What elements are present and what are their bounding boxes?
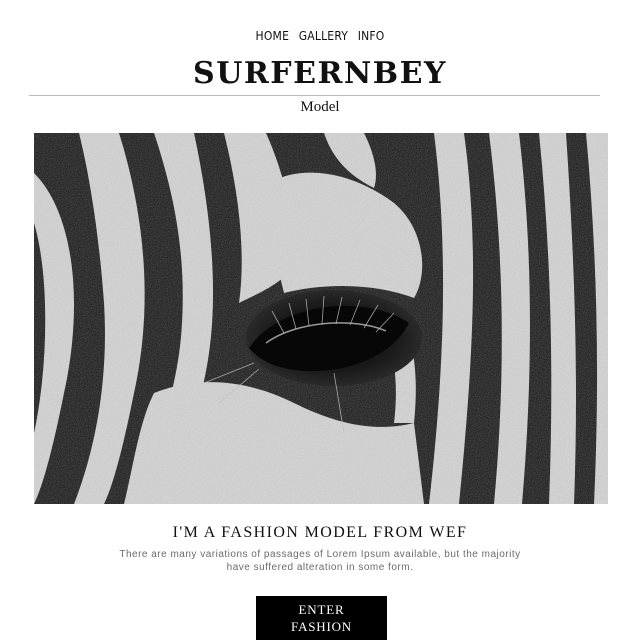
nav-info-link[interactable]: INFO [358, 29, 385, 43]
top-nav: HOME GALLERY INFO [0, 29, 640, 43]
header-divider [29, 95, 600, 96]
cta-label-line: ENTER [298, 602, 345, 617]
enter-fashion-button[interactable]: ENTER FASHION [256, 596, 387, 640]
nav-home-link[interactable]: HOME [256, 29, 290, 43]
intro-description: There are many variations of passages of… [0, 548, 640, 574]
cta-label-line: FASHION [291, 619, 352, 634]
site-subtitle: Model [300, 99, 340, 115]
intro-description-line: have suffered alteration in some form. [226, 562, 414, 573]
zebra-eye-illustration [34, 133, 608, 504]
intro-description-line: There are many variations of passages of… [119, 549, 521, 560]
intro-headline: I'M A FASHION MODEL FROM WEF [172, 524, 468, 541]
nav-gallery-link[interactable]: GALLERY [299, 29, 348, 43]
hero-image [34, 133, 608, 504]
site-logo[interactable]: SURFERNBEY [0, 54, 640, 94]
